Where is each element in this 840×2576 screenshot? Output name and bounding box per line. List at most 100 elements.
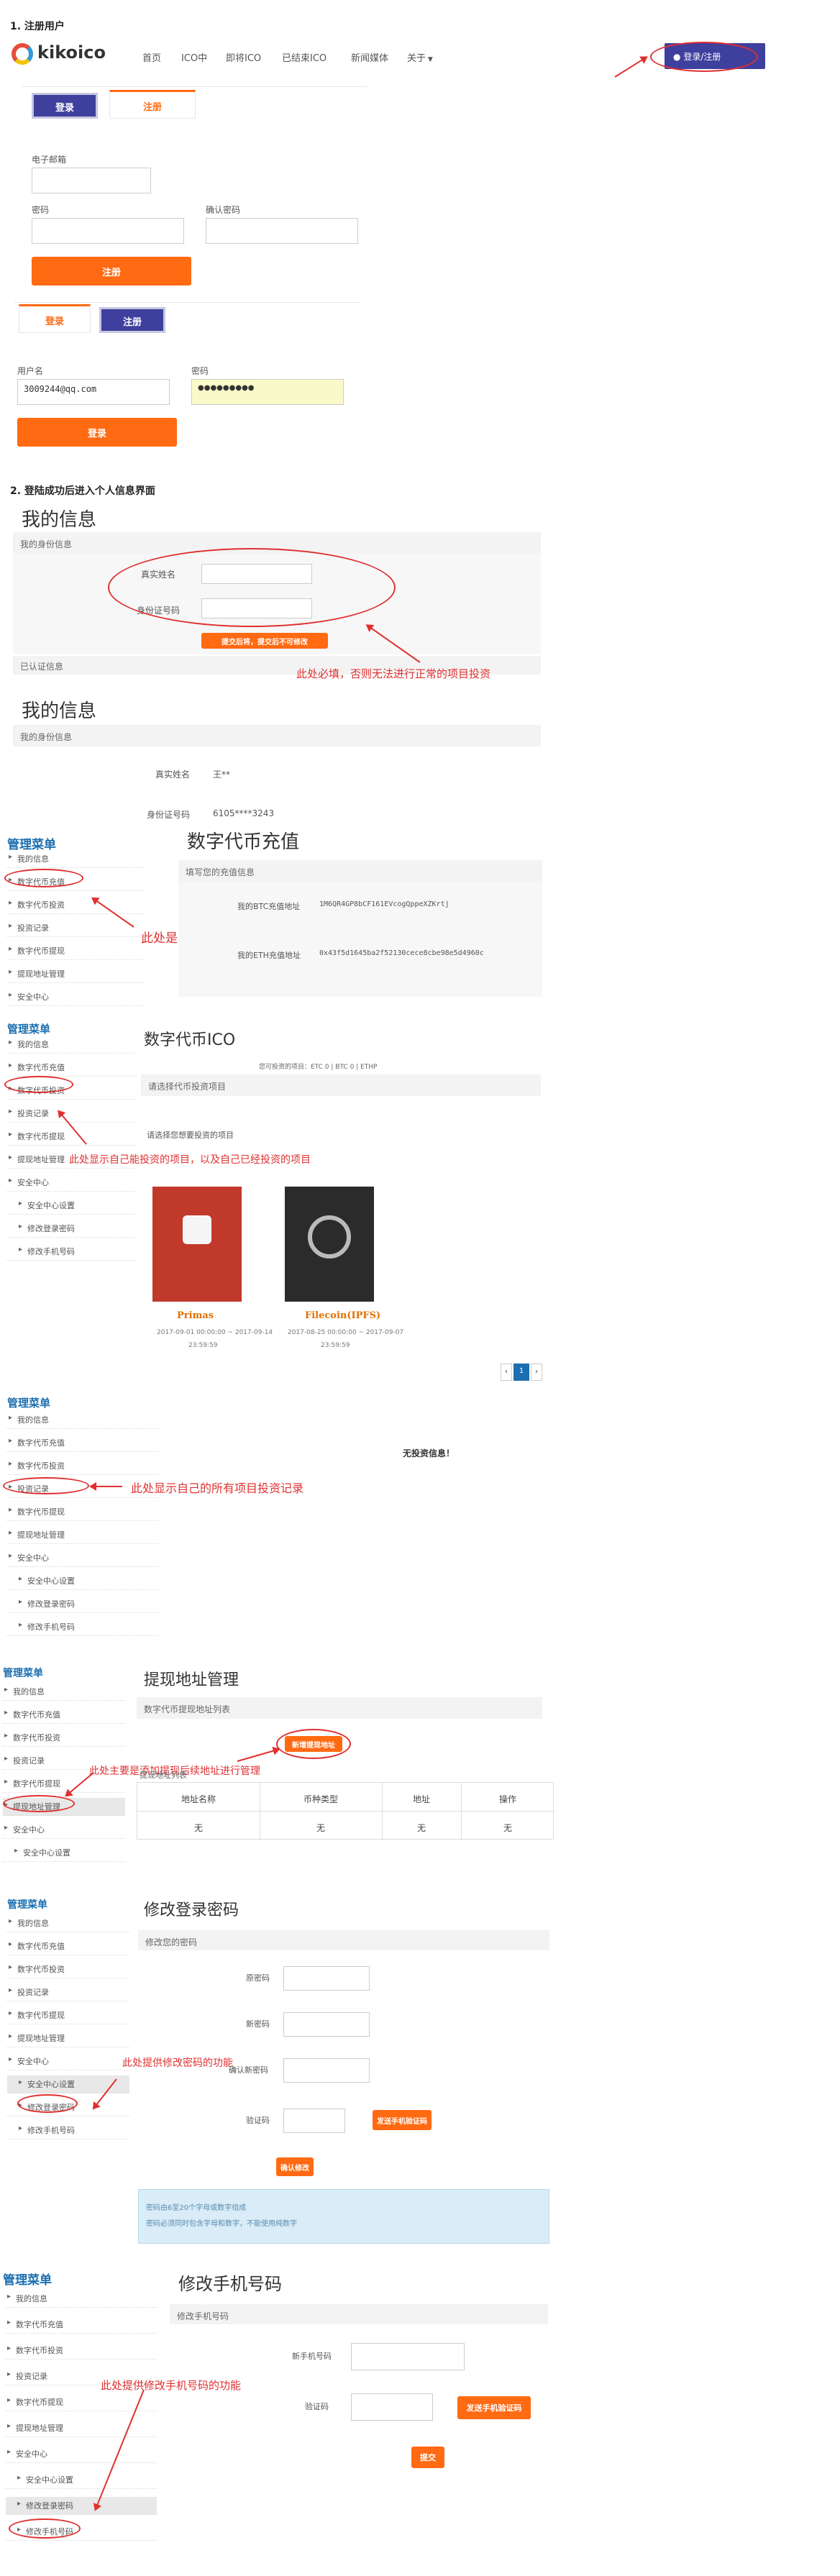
sidebar-item-invest[interactable]: 数字代币投资 xyxy=(3,1729,125,1747)
sidebar-item-change-phone[interactable]: 修改手机号码 xyxy=(7,1618,158,1636)
sidebar-item-my-info[interactable]: 我的信息 xyxy=(7,850,144,868)
sidebar-item-security-settings[interactable]: 安全中心设置 xyxy=(7,1572,158,1590)
sidebar-title: 管理菜单 xyxy=(7,1397,51,1410)
sidebar-item-security[interactable]: 安全中心 xyxy=(3,1821,125,1839)
project-name-primas[interactable]: Primas xyxy=(177,1310,214,1321)
section-identity: 我的身份信息 xyxy=(13,725,541,746)
sidebar-item-security[interactable]: 安全中心 xyxy=(6,2445,157,2463)
identity-submit-button[interactable]: 提交后将，提交后不可修改 xyxy=(201,633,328,649)
page-title: 我的信息 xyxy=(22,509,97,531)
projects-hint: 请选择您想要投资的项目 xyxy=(147,1131,234,1140)
project-name-filecoin[interactable]: Filecoin(IPFS) xyxy=(305,1310,380,1321)
tab-register[interactable]: 注册 xyxy=(99,307,165,333)
sidebar-item-address[interactable]: 提现地址管理 xyxy=(7,2029,129,2047)
nav-ico-live[interactable]: ICO中 xyxy=(181,50,207,64)
password-field[interactable] xyxy=(32,218,184,244)
sidebar-item-records[interactable]: 投资记录 xyxy=(7,1983,129,2001)
nav-home[interactable]: 首页 xyxy=(142,50,161,64)
project-card-filecoin[interactable] xyxy=(285,1187,374,1302)
section-phone: 修改手机号码 xyxy=(170,2304,548,2324)
nav-ico-ended[interactable]: 已结束ICO xyxy=(282,50,327,64)
phone-submit-button[interactable]: 提交 xyxy=(411,2447,444,2468)
sidebar-item-change-password[interactable]: 修改登录密码 xyxy=(7,1220,137,1238)
register-submit-button[interactable]: 注册 xyxy=(32,257,191,286)
sidebar-item-security-settings[interactable]: 安全中心设置 xyxy=(3,1844,125,1862)
sidebar-item-withdraw[interactable]: 数字代币提现 xyxy=(6,2393,157,2411)
chevron-down-icon: ▼ xyxy=(426,56,433,63)
pagination-next[interactable]: › xyxy=(531,1364,542,1381)
project-card-primas[interactable] xyxy=(152,1187,242,1302)
nav-about[interactable]: 关于 ▼ xyxy=(407,50,433,64)
sidebar-title: 管理菜单 xyxy=(7,1023,51,1036)
annotation-ellipse xyxy=(17,2094,78,2113)
sidebar-item-withdraw[interactable]: 数字代币提现 xyxy=(7,1128,137,1146)
sidebar-item-records[interactable]: 投资记录 xyxy=(7,919,144,937)
sidebar-item-address[interactable]: 提现地址管理 xyxy=(7,965,144,983)
table-cell: 无 xyxy=(316,1823,325,1833)
annotation-note: 此处显示自己能投资的项目，以及自己已经投资的项目 xyxy=(69,1154,311,1166)
gear-icon xyxy=(308,1215,351,1259)
sidebar-title: 管理菜单 xyxy=(3,2273,52,2288)
sidebar-item-change-phone[interactable]: 修改手机号码 xyxy=(7,1243,137,1261)
sidebar-item-recharge[interactable]: 数字代币充值 xyxy=(7,1434,158,1452)
realname-label: 真实姓名 xyxy=(155,769,191,780)
sidebar-item-my-info[interactable]: 我的信息 xyxy=(7,1914,129,1932)
pagination-prev[interactable]: ‹ xyxy=(501,1364,512,1381)
confirm-password-field[interactable] xyxy=(283,2058,370,2083)
tab-login[interactable]: 登录 xyxy=(19,304,91,333)
sidebar-item-recharge[interactable]: 数字代币充值 xyxy=(6,2316,157,2334)
sidebar-item-my-info[interactable]: 我的信息 xyxy=(3,1683,125,1701)
sidebar-item-security-settings[interactable]: 安全中心设置 xyxy=(6,2471,157,2489)
sidebar-item-withdraw[interactable]: 数字代币提现 xyxy=(7,1503,158,1521)
confirm-password-field[interactable] xyxy=(206,218,358,244)
sidebar-item-my-info[interactable]: 我的信息 xyxy=(7,1036,137,1054)
sidebar-item-change-phone[interactable]: 修改手机号码 xyxy=(7,2121,129,2139)
old-password-field[interactable] xyxy=(283,1966,370,1991)
tab-login[interactable]: 登录 xyxy=(32,93,98,119)
send-sms-button[interactable]: 发送手机验证码 xyxy=(457,2396,531,2419)
password-submit-button[interactable]: 确认修改 xyxy=(276,2157,314,2176)
sidebar-item-security[interactable]: 安全中心 xyxy=(7,2052,129,2070)
sidebar-item-invest[interactable]: 数字代币投资 xyxy=(6,2342,157,2360)
sidebar-item-my-info[interactable]: 我的信息 xyxy=(7,1411,158,1429)
sidebar-item-withdraw[interactable]: 数字代币提现 xyxy=(7,2006,129,2024)
sidebar-item-my-info[interactable]: 我的信息 xyxy=(6,2290,157,2308)
login-submit-button[interactable]: 登录 xyxy=(17,418,177,447)
sidebar-item-invest[interactable]: 数字代币投资 xyxy=(7,1960,129,1978)
sidebar-item-recharge[interactable]: 数字代币充值 xyxy=(3,1706,125,1724)
annotation-ellipse xyxy=(3,1477,89,1494)
nav-ico-upcoming[interactable]: 即将ICO xyxy=(226,50,261,64)
sidebar-item-invest[interactable]: 数字代币投资 xyxy=(7,1457,158,1475)
sidebar-item-security[interactable]: 安全中心 xyxy=(7,1549,158,1567)
tab-register[interactable]: 注册 xyxy=(109,90,196,119)
login-password-label: 密码 xyxy=(191,366,209,376)
step-1-title: 1. 注册用户 xyxy=(10,21,65,32)
register-panel: 登录 注册 电子邮箱 密码 确认密码 注册 xyxy=(22,86,367,302)
username-field[interactable]: 3009244@qq.com xyxy=(17,379,170,405)
sidebar-item-recharge[interactable]: 数字代币充值 xyxy=(7,1937,129,1955)
pagination-page[interactable]: 1 xyxy=(513,1364,529,1381)
email-field[interactable] xyxy=(32,168,151,193)
sidebar-item-recharge[interactable]: 数字代币充值 xyxy=(7,1059,137,1077)
table-cell: 无 xyxy=(416,1823,426,1833)
annotation-note: 此处显示自己的所有项目投资记录 xyxy=(131,1481,304,1495)
sidebar-item-security-settings[interactable]: 安全中心设置 xyxy=(7,1197,137,1215)
verify-code-field[interactable] xyxy=(283,2109,345,2133)
new-password-field[interactable] xyxy=(283,2012,370,2037)
verify-code-field[interactable] xyxy=(351,2393,433,2421)
sidebar-item-security[interactable]: 安全中心 xyxy=(7,1174,137,1192)
send-sms-button[interactable]: 发送手机验证码 xyxy=(373,2110,432,2130)
password-tips-box: 密码由6至20个字母或数字组成 密码必须同时包含字母和数字，不能使用纯数字 xyxy=(138,2189,549,2244)
sidebar-item-records[interactable]: 投资记录 xyxy=(7,1105,137,1123)
login-password-field[interactable]: ●●●●●●●●● xyxy=(191,379,344,405)
sidebar-item-security[interactable]: 安全中心 xyxy=(7,988,144,1006)
sidebar-item-withdraw[interactable]: 数字代币提现 xyxy=(7,942,144,960)
new-phone-field[interactable] xyxy=(351,2343,465,2370)
sidebar-item-address[interactable]: 提现地址管理 xyxy=(6,2419,157,2437)
sidebar-item-invest[interactable]: 数字代币投资 xyxy=(7,896,144,914)
sidebar-item-change-password[interactable]: 修改登录密码 xyxy=(6,2497,157,2515)
page-title: 数字代币ICO xyxy=(144,1031,236,1049)
sidebar-item-change-password[interactable]: 修改登录密码 xyxy=(7,1595,158,1613)
nav-news[interactable]: 新闻媒体 xyxy=(351,50,388,64)
sidebar-item-address[interactable]: 提现地址管理 xyxy=(7,1526,158,1544)
